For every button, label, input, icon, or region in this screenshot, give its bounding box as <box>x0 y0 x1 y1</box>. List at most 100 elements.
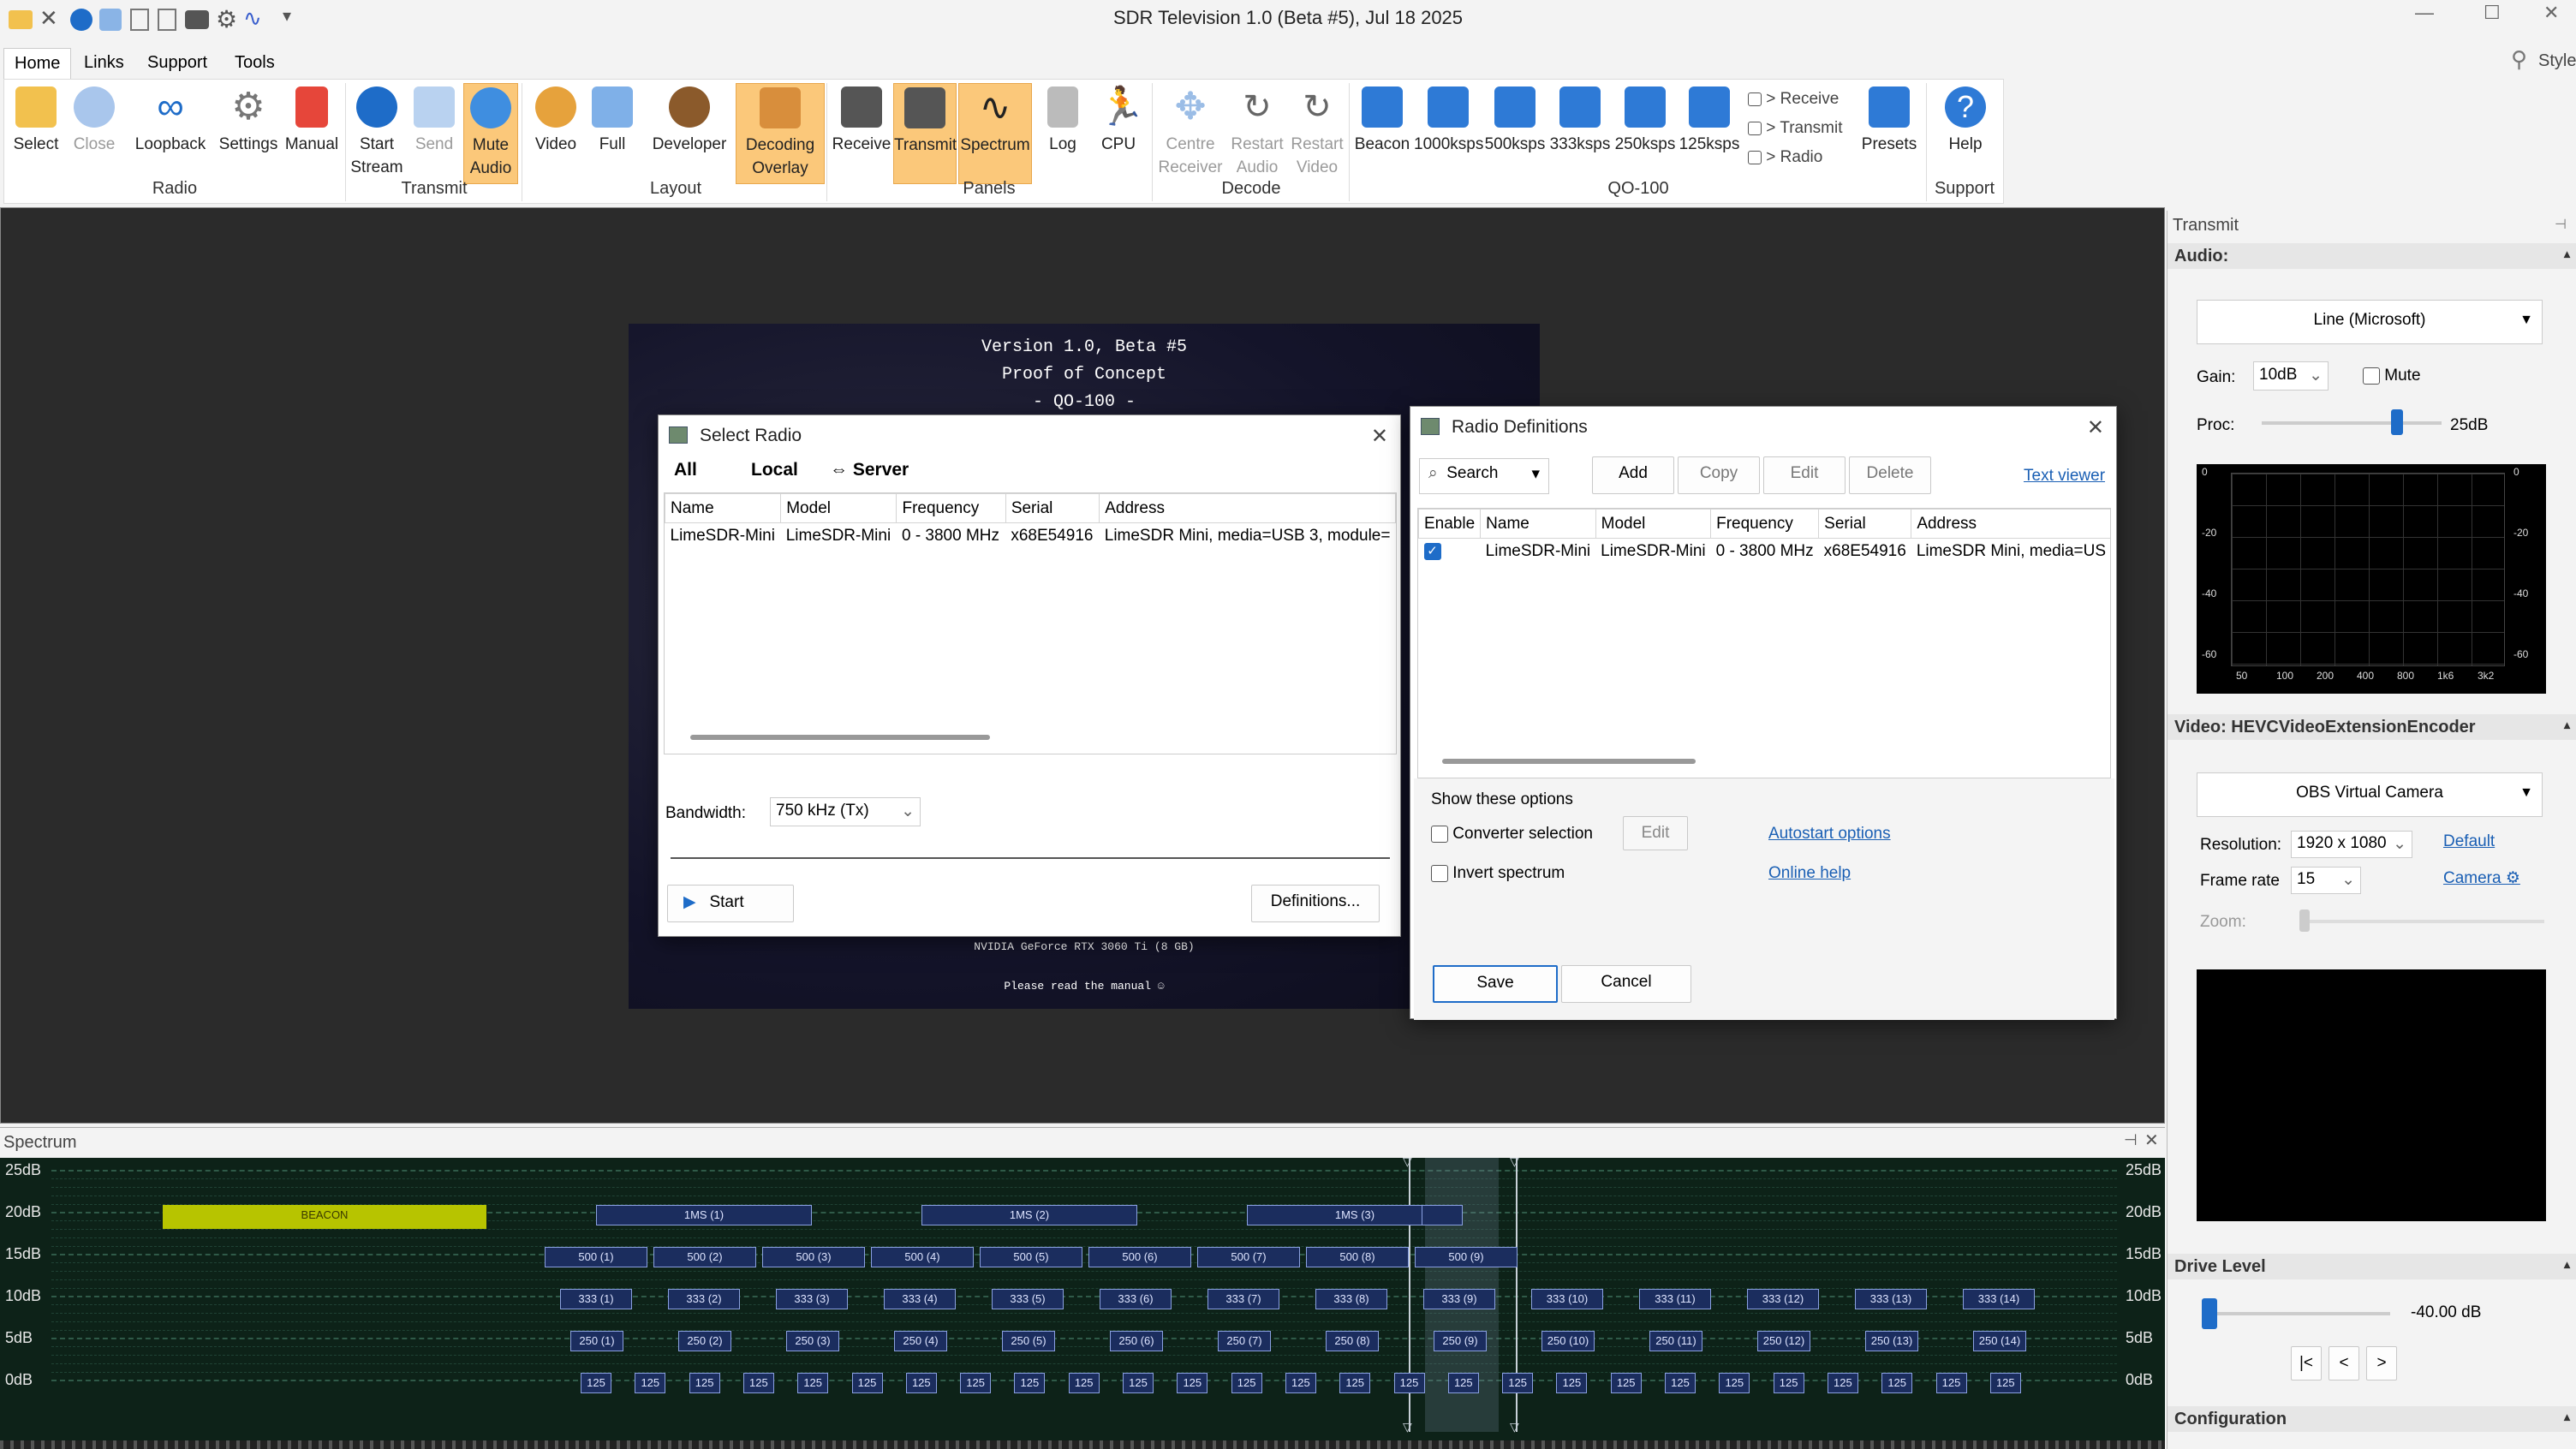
channel-125[interactable]: 125 <box>1339 1373 1371 1393</box>
channel-125[interactable]: 125 <box>1231 1373 1262 1393</box>
minimize-button[interactable]: — <box>2415 2 2434 24</box>
folder-icon[interactable] <box>9 10 33 29</box>
slider-thumb[interactable] <box>2202 1298 2217 1329</box>
camera-icon[interactable] <box>185 10 209 29</box>
next-button[interactable]: > <box>2366 1346 2397 1380</box>
close-icon[interactable]: ✕ <box>2144 1130 2159 1151</box>
channel-250[interactable]: 250 (10) <box>1541 1331 1595 1351</box>
start-stream-button[interactable]: Start Stream <box>349 83 405 184</box>
full-button[interactable]: Full <box>585 83 640 184</box>
333ksps-button[interactable]: 333ksps <box>1549 83 1611 184</box>
channel-125[interactable]: 125 <box>1989 1373 2021 1393</box>
bandwidth-select[interactable]: 750 kHz (Tx) ⌄ <box>770 797 921 826</box>
window-close-button[interactable]: ✕ <box>2543 2 2559 24</box>
channel-333[interactable]: 333 (11) <box>1639 1289 1711 1309</box>
channel-250[interactable]: 250 (5) <box>1002 1331 1055 1351</box>
channel-125[interactable]: 125 <box>581 1373 611 1393</box>
online-help-link[interactable]: Online help <box>1768 864 1851 883</box>
centre-receiver-button[interactable]: ✥ Centre Receiver <box>1155 83 1225 184</box>
channel-125[interactable]: 125 <box>1881 1373 1913 1393</box>
channel-1ms[interactable]: 1MS (1) <box>596 1205 812 1225</box>
collapse-icon[interactable]: ▴ <box>2564 718 2570 732</box>
tab-local[interactable]: Local <box>751 460 798 480</box>
channel-333[interactable]: 333 (1) <box>560 1289 632 1309</box>
column-header[interactable]: Frequency <box>1710 509 1820 539</box>
transmit-button[interactable]: Transmit <box>893 83 957 184</box>
channel-250[interactable]: 250 (11) <box>1649 1331 1702 1351</box>
loopback-button[interactable]: ∞ Loopback <box>126 83 215 184</box>
channel-125[interactable]: 125 <box>1502 1373 1534 1393</box>
column-header[interactable]: Address <box>1099 493 1396 523</box>
close-icon[interactable]: ✕ <box>39 5 58 32</box>
default-link[interactable]: Default <box>2443 832 2495 851</box>
channel-125[interactable]: 125 <box>797 1373 829 1393</box>
channel-333[interactable]: 333 (14) <box>1963 1289 2035 1309</box>
framerate-select[interactable]: 15 ⌄ <box>2291 867 2361 894</box>
horizontal-scrollbar[interactable] <box>690 735 990 740</box>
collapse-icon[interactable]: ▴ <box>2564 247 2570 261</box>
channel-125[interactable]: 125 <box>1393 1373 1425 1393</box>
autostart-link[interactable]: Autostart options <box>1768 825 1891 844</box>
checkbox[interactable] <box>2363 367 2380 385</box>
previous-button[interactable]: < <box>2329 1346 2359 1380</box>
style-label[interactable]: Style <box>2538 51 2576 71</box>
receive-check[interactable]: > Receive <box>1748 85 1851 114</box>
horizontal-scrollbar[interactable] <box>1442 759 1696 764</box>
channel-125[interactable]: 125 <box>851 1373 883 1393</box>
channel-250[interactable]: 250 (7) <box>1218 1331 1271 1351</box>
zoom-slider[interactable] <box>2299 909 2544 932</box>
decoding-overlay-button[interactable]: Decoding Overlay <box>736 83 825 184</box>
collapse-icon[interactable]: ▴ <box>2564 1410 2570 1424</box>
channel-125[interactable]: 125 <box>1068 1373 1100 1393</box>
checkbox[interactable] <box>1748 121 1762 135</box>
close-button[interactable]: Close <box>66 83 122 184</box>
channel-500[interactable]: 500 (5) <box>980 1247 1082 1267</box>
channel-333[interactable]: 333 (9) <box>1423 1289 1495 1309</box>
channel-125[interactable]: 125 <box>960 1373 992 1393</box>
style-icon[interactable]: ⚲ <box>2511 46 2527 73</box>
camera-link[interactable]: Camera ⚙ <box>2443 868 2520 888</box>
tab-all[interactable]: All <box>674 460 697 480</box>
channel-125[interactable]: 125 <box>635 1373 666 1393</box>
cpu-button[interactable]: 🏃 CPU <box>1090 83 1147 184</box>
restart-audio-button[interactable]: ↻ Restart Audio <box>1227 83 1287 184</box>
channel-500[interactable]: 500 (8) <box>1306 1247 1409 1267</box>
definitions-button[interactable]: Definitions... <box>1251 885 1380 922</box>
channel-125[interactable]: 125 <box>905 1373 937 1393</box>
channel-250[interactable]: 250 (6) <box>1110 1331 1163 1351</box>
copy-icon[interactable] <box>158 9 176 31</box>
channel-250[interactable]: 250 (1) <box>570 1331 623 1351</box>
slider-thumb[interactable] <box>2390 409 2403 435</box>
pin-icon[interactable]: ⊣ <box>2124 1131 2138 1149</box>
channel-333[interactable]: 333 (13) <box>1855 1289 1927 1309</box>
radio-check[interactable]: > Radio <box>1748 143 1851 172</box>
channel-125[interactable]: 125 <box>1014 1373 1046 1393</box>
resolution-select[interactable]: 1920 x 1080 ⌄ <box>2291 831 2412 858</box>
channel-250[interactable]: 250 (14) <box>1973 1331 2026 1351</box>
channel-500[interactable]: 500 (4) <box>871 1247 974 1267</box>
menu-home[interactable]: Home <box>3 48 72 79</box>
channel-500[interactable]: 500 (7) <box>1197 1247 1300 1267</box>
table-row[interactable]: ✓ LimeSDR-Mini LimeSDR-Mini 0 - 3800 MHz x68… <box>1419 539 2111 565</box>
channel-125[interactable]: 125 <box>1447 1373 1479 1393</box>
checkbox[interactable] <box>1431 825 1448 843</box>
column-header[interactable]: Name <box>1480 509 1596 539</box>
channel-125[interactable]: 125 <box>1177 1373 1208 1393</box>
proc-slider[interactable] <box>2262 409 2442 435</box>
channel-250[interactable]: 250 (13) <box>1865 1331 1918 1351</box>
search-dropdown[interactable]: ⌕ Search ▾ <box>1419 458 1549 494</box>
channel-333[interactable]: 333 (12) <box>1747 1289 1819 1309</box>
first-button[interactable]: |< <box>2291 1346 2322 1380</box>
channel-250[interactable]: 250 (9) <box>1434 1331 1487 1351</box>
channel-125[interactable]: 125 <box>1556 1373 1588 1393</box>
tab-server[interactable]: ⇔ Server <box>830 460 909 480</box>
channel-125[interactable]: 125 <box>1123 1373 1154 1393</box>
125ksps-button[interactable]: 125ksps <box>1678 83 1741 184</box>
collapse-icon[interactable]: ▴ <box>2564 1257 2570 1272</box>
gain-select[interactable]: 10dB ⌄ <box>2253 361 2329 391</box>
audio-device-select[interactable]: Line (Microsoft) ▼ <box>2197 300 2543 344</box>
500ksps-button[interactable]: 500ksps <box>1484 83 1546 184</box>
channel-250[interactable]: 250 (12) <box>1757 1331 1810 1351</box>
gear-icon[interactable]: ⚙ <box>216 5 237 33</box>
settings-button[interactable]: ⚙ Settings <box>217 83 280 184</box>
